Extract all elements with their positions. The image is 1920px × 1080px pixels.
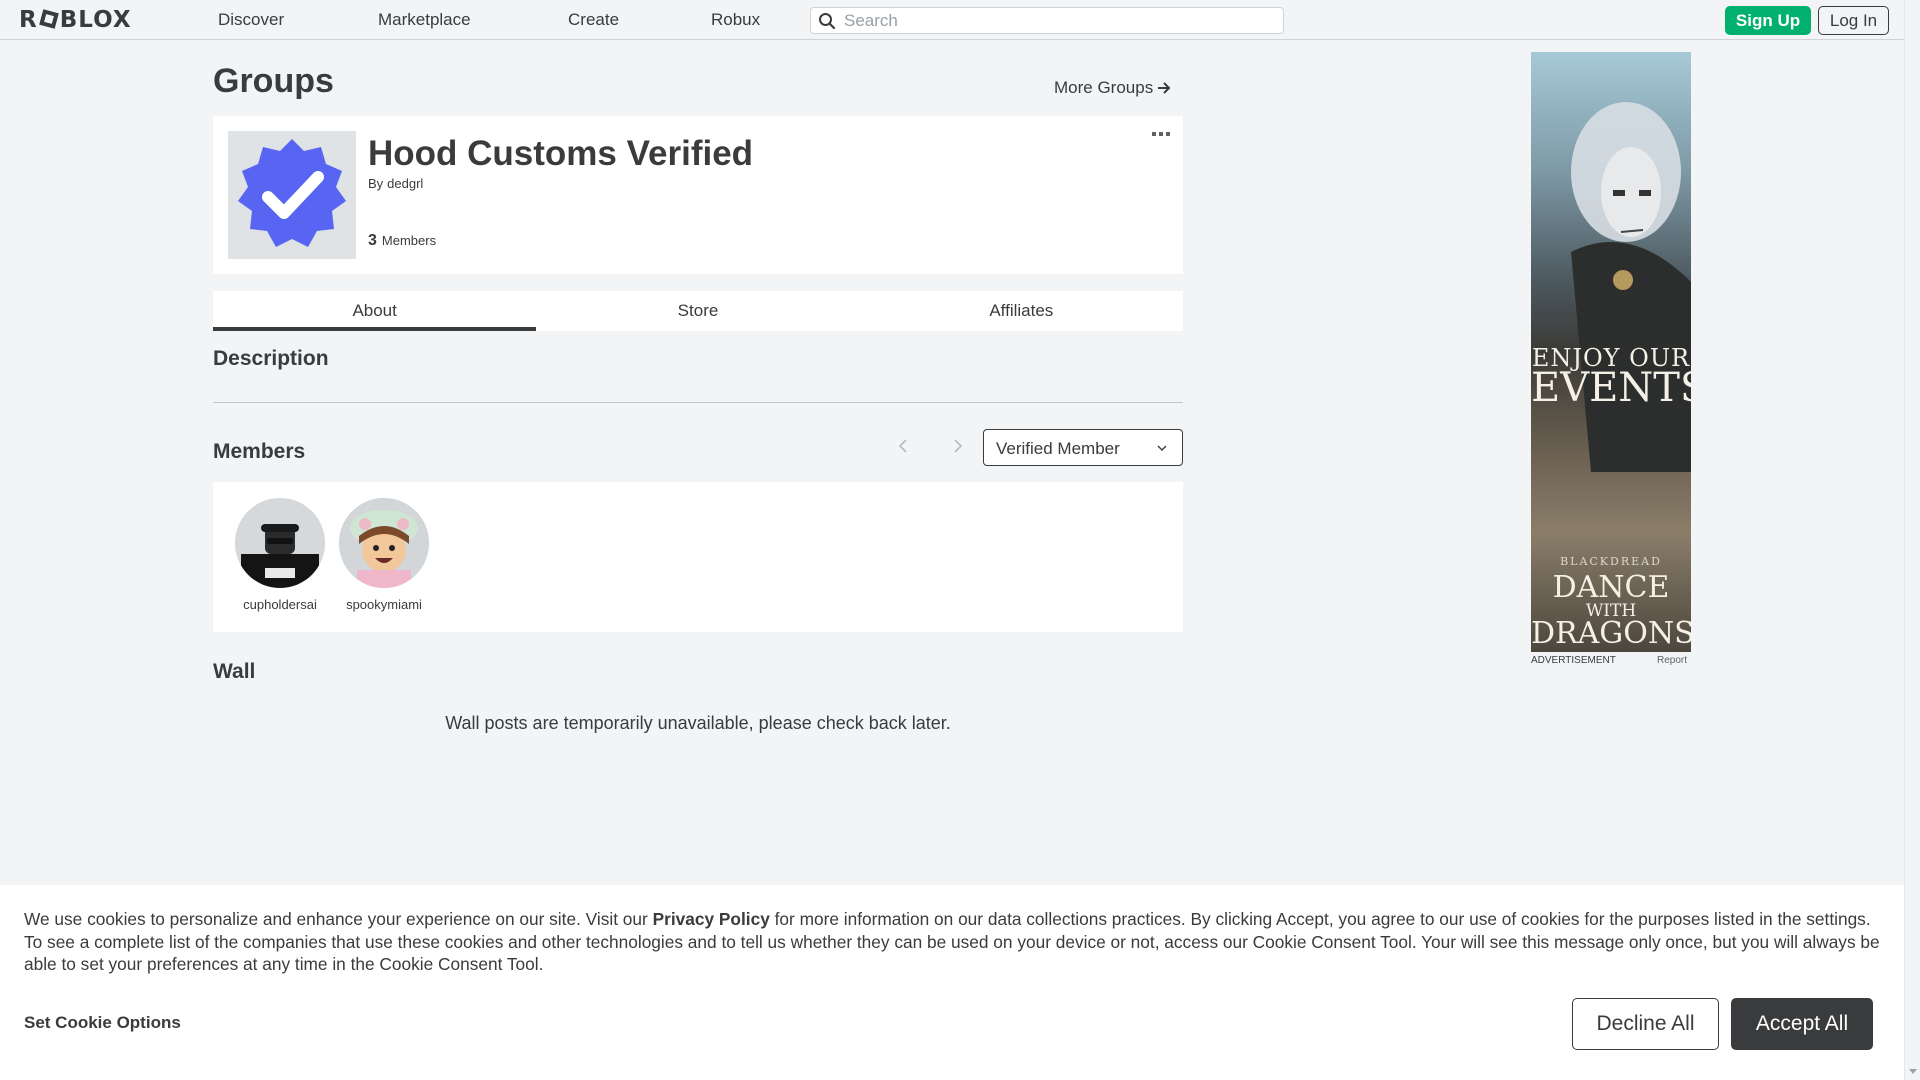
tab-affiliates[interactable]: Affiliates [860,291,1183,331]
nav-marketplace[interactable]: Marketplace [378,10,471,30]
role-dropdown-value: Verified Member [996,439,1120,458]
decline-all-button[interactable]: Decline All [1572,998,1719,1050]
chevron-right-icon[interactable] [949,438,965,454]
ad-text-line3: DANCE [1552,570,1670,605]
privacy-policy-link[interactable]: Privacy Policy [653,909,770,929]
nav-discover[interactable]: Discover [218,10,284,30]
group-header-card: Hood Customs Verified By dedgrl 3 Members [213,116,1183,274]
section-divider [213,402,1183,403]
top-navigation: R BLOX Discover Marketplace Create Robux … [0,0,1904,40]
ad-text-line2: EVENTS [1531,365,1691,411]
avatar[interactable] [339,498,429,588]
page-title: Groups [213,62,334,100]
search-box[interactable] [810,7,1284,34]
ad-report-link[interactable]: Report [1657,655,1687,666]
advertisement-banner[interactable]: ENJOY OUR EVENTS BLACKDREAD DANCE WITH D… [1531,52,1691,652]
cookie-message: We use cookies to personalize and enhanc… [24,908,1886,976]
avatar[interactable] [235,498,325,588]
group-tabs: About Store Affiliates [213,291,1183,331]
more-groups-label: More Groups [1054,78,1154,97]
member-name[interactable]: cupholdersai [230,597,330,612]
logo-text: R BLOX [19,7,132,33]
page-scrollbar[interactable] [1904,0,1920,1080]
log-in-button[interactable]: Log In [1818,6,1889,35]
by-label: By [368,176,384,191]
sign-up-button[interactable]: Sign Up [1725,6,1811,35]
search-input[interactable] [844,10,1274,31]
member-count-number: 3 [368,232,377,249]
group-owner-line: By dedgrl [368,176,423,191]
chevron-left-icon[interactable] [896,438,912,454]
search-icon [819,13,836,30]
group-name: Hood Customs Verified [368,134,754,173]
description-heading: Description [213,347,329,370]
cookie-banner: We use cookies to personalize and enhanc… [0,885,1904,1080]
role-dropdown[interactable]: Verified Member [983,429,1183,466]
ad-brand: BLACKDREAD [1560,555,1662,568]
set-cookie-options-link[interactable]: Set Cookie Options [24,1013,181,1033]
more-options-icon[interactable] [1152,132,1172,140]
tab-about[interactable]: About [213,291,537,331]
nav-create[interactable]: Create [568,10,619,30]
nav-robux[interactable]: Robux [711,10,760,30]
accept-all-button[interactable]: Accept All [1731,998,1873,1050]
group-emblem[interactable] [228,131,356,259]
member-item[interactable]: spookymiami [334,498,434,612]
tab-store[interactable]: Store [536,291,859,331]
ad-text-line5: DRAGONS [1531,616,1691,651]
avatar-image [235,498,325,588]
verified-badge-icon [238,139,346,247]
wall-heading: Wall [213,660,256,683]
arrow-right-icon [1158,82,1171,94]
wall-unavailable-message: Wall posts are temporarily unavailable, … [445,713,951,733]
advertisement-label: ADVERTISEMENT [1531,655,1616,666]
member-count-label: Members [381,233,437,248]
members-list: cupholdersai spookymiami [213,482,1183,632]
member-item[interactable]: cupholdersai [230,498,330,612]
scroll-down-arrow-icon[interactable] [1909,1069,1917,1074]
avatar-image [339,498,429,588]
chevron-down-icon [1157,445,1167,451]
member-count: 3 Members [368,232,436,250]
members-heading: Members [213,440,306,463]
group-owner-link[interactable]: dedgrl [387,176,423,191]
roblox-logo[interactable]: R BLOX [19,6,132,34]
cookie-text-before: We use cookies to personalize and enhanc… [24,909,653,929]
member-name[interactable]: spookymiami [334,597,434,612]
more-groups-link[interactable]: More Groups [1054,78,1171,98]
